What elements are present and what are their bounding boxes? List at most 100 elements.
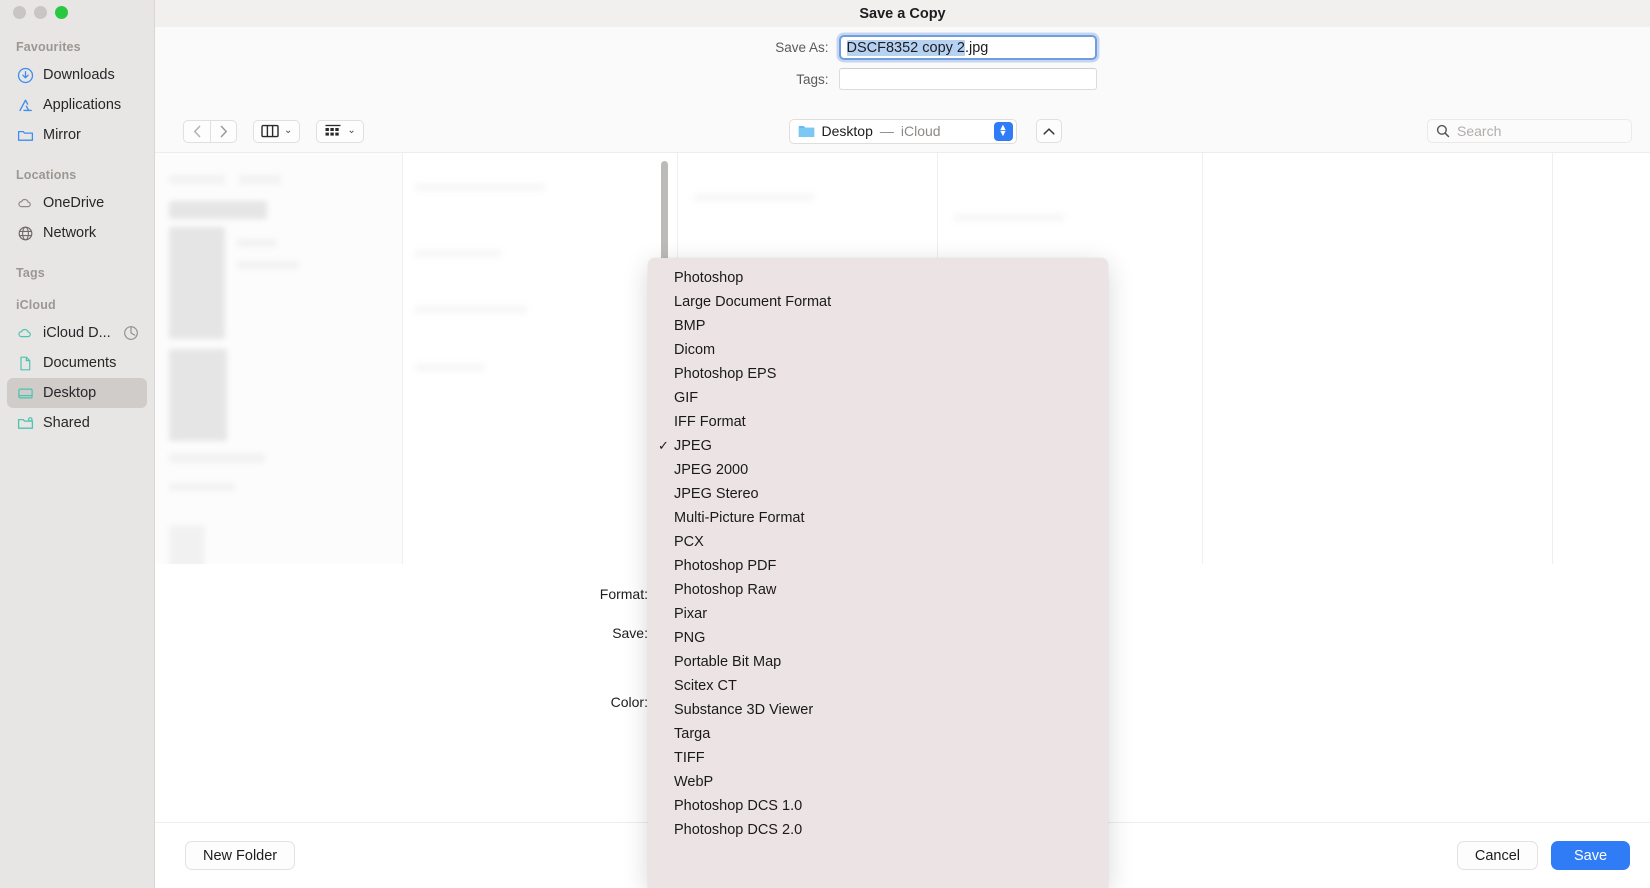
format-menu-item-label: Dicom bbox=[674, 342, 715, 358]
icloud-drive-icon bbox=[16, 324, 34, 342]
format-menu-item-label: JPEG 2000 bbox=[674, 462, 748, 478]
forward-button[interactable] bbox=[210, 120, 237, 143]
sidebar-item-downloads[interactable]: Downloads bbox=[7, 60, 147, 90]
format-menu-item-label: Photoshop bbox=[674, 270, 743, 286]
browser-column[interactable] bbox=[403, 153, 678, 564]
format-menu-item[interactable]: Photoshop bbox=[648, 266, 1108, 290]
format-menu-item[interactable]: Portable Bit Map bbox=[648, 650, 1108, 674]
color-label: Color: bbox=[155, 694, 648, 710]
format-menu-item-label: GIF bbox=[674, 390, 698, 406]
format-menu-item[interactable]: GIF bbox=[648, 386, 1108, 410]
format-menu-item-label: PCX bbox=[674, 534, 704, 550]
sidebar-item-desktop[interactable]: Desktop bbox=[7, 378, 147, 408]
tags-row: Tags: bbox=[155, 68, 1650, 90]
dialog-actions: Cancel Save bbox=[1457, 841, 1630, 870]
group-by-button[interactable]: ⌄ bbox=[316, 120, 363, 143]
format-menu-item[interactable]: JPEG 2000 bbox=[648, 458, 1108, 482]
format-menu-item[interactable]: PNG bbox=[648, 626, 1108, 650]
format-menu-item-label: IFF Format bbox=[674, 414, 746, 430]
format-menu-item[interactable]: ✓ JPEG bbox=[648, 434, 1108, 458]
sidebar-item-network[interactable]: Network bbox=[7, 218, 147, 248]
folder-icon bbox=[16, 126, 34, 144]
sidebar-item-icloud-drive[interactable]: iCloud D... bbox=[7, 318, 147, 348]
browser-column[interactable] bbox=[155, 153, 403, 564]
globe-icon bbox=[16, 224, 34, 242]
desktop-icon bbox=[16, 384, 34, 402]
zoom-window-button[interactable] bbox=[55, 6, 68, 19]
sidebar-item-label: Desktop bbox=[43, 385, 96, 401]
format-menu-item[interactable]: Photoshop EPS bbox=[648, 362, 1108, 386]
save-as-row: Save As: DSCF8352 copy 2.jpg bbox=[155, 35, 1650, 60]
sidebar-item-shared[interactable]: Shared bbox=[7, 408, 147, 438]
format-menu-item-label: Large Document Format bbox=[674, 294, 831, 310]
sidebar-item-label: Documents bbox=[43, 355, 116, 371]
format-menu-item[interactable]: PCX bbox=[648, 530, 1108, 554]
sidebar-item-label: OneDrive bbox=[43, 195, 104, 211]
chevron-down-icon: ⌄ bbox=[347, 126, 355, 136]
format-menu-item[interactable]: JPEG Stereo bbox=[648, 482, 1108, 506]
sidebar-item-label: Downloads bbox=[43, 67, 115, 83]
format-menu-item[interactable]: Multi-Picture Format bbox=[648, 506, 1108, 530]
format-menu-item[interactable]: Large Document Format bbox=[648, 290, 1108, 314]
format-menu-item[interactable]: Targa bbox=[648, 722, 1108, 746]
file-name-fields: Save As: DSCF8352 copy 2.jpg Tags: bbox=[155, 27, 1650, 110]
back-button[interactable] bbox=[183, 120, 210, 143]
format-menu-item[interactable]: WebP bbox=[648, 770, 1108, 794]
format-menu-item[interactable]: BMP bbox=[648, 314, 1108, 338]
format-menu-item-label: JPEG bbox=[674, 438, 712, 454]
format-menu-item[interactable]: Scitex CT bbox=[648, 674, 1108, 698]
stepper-arrows-icon[interactable]: ▲▼ bbox=[994, 122, 1013, 141]
cancel-button[interactable]: Cancel bbox=[1457, 841, 1538, 870]
minimize-window-button[interactable] bbox=[34, 6, 47, 19]
format-menu-item[interactable]: Photoshop Raw bbox=[648, 578, 1108, 602]
location-popup-button[interactable]: Desktop — iCloud ▲▼ bbox=[789, 119, 1017, 144]
format-menu-item-label: JPEG Stereo bbox=[674, 486, 759, 502]
format-menu-item[interactable]: Photoshop DCS 2.0 bbox=[648, 818, 1108, 842]
browser-column[interactable] bbox=[1203, 153, 1553, 564]
format-menu-item[interactable]: Dicom bbox=[648, 338, 1108, 362]
sidebar-item-documents[interactable]: Documents bbox=[7, 348, 147, 378]
format-menu-item-label: Targa bbox=[674, 726, 710, 742]
format-menu-item-label: TIFF bbox=[674, 750, 705, 766]
sidebar-item-label: iCloud D... bbox=[43, 325, 111, 341]
sidebar-item-label: Network bbox=[43, 225, 96, 241]
sidebar-item-label: Applications bbox=[43, 97, 121, 113]
chevron-up-icon bbox=[1043, 127, 1055, 136]
save-as-label: Save As: bbox=[709, 40, 829, 55]
save-button[interactable]: Save bbox=[1551, 841, 1630, 870]
sidebar-item-mirror[interactable]: Mirror bbox=[7, 120, 147, 150]
format-menu-item[interactable]: Substance 3D Viewer bbox=[648, 698, 1108, 722]
format-menu-item[interactable]: Photoshop PDF bbox=[648, 554, 1108, 578]
toggle-expanded-view-button[interactable] bbox=[1036, 119, 1062, 143]
sidebar-item-label: Shared bbox=[43, 415, 90, 431]
format-menu-item[interactable]: Photoshop DCS 1.0 bbox=[648, 794, 1108, 818]
format-dropdown-menu[interactable]: Photoshop Large Document Format BMP Dicom Ph… bbox=[648, 258, 1108, 888]
save-dialog-screen: Favourites Downloads Applications Mirror bbox=[0, 0, 1650, 888]
checkmark-icon: ✓ bbox=[658, 438, 669, 454]
location-service: iCloud bbox=[901, 123, 941, 139]
format-menu-item-label: Photoshop Raw bbox=[674, 582, 776, 598]
new-folder-button[interactable]: New Folder bbox=[185, 841, 295, 870]
document-icon bbox=[16, 354, 34, 372]
close-window-button[interactable] bbox=[13, 6, 26, 19]
view-mode-button[interactable]: ⌄ bbox=[253, 120, 300, 143]
sidebar-section-tags: Tags bbox=[0, 248, 154, 286]
sidebar-section-locations: Locations bbox=[0, 150, 154, 188]
format-menu-item-label: BMP bbox=[674, 318, 705, 334]
tags-input[interactable] bbox=[839, 68, 1097, 90]
search-field[interactable]: Search bbox=[1427, 119, 1632, 143]
chevron-left-icon bbox=[193, 125, 202, 138]
format-menu-item[interactable]: Pixar bbox=[648, 602, 1108, 626]
format-menu-item-label: Portable Bit Map bbox=[674, 654, 781, 670]
format-menu-item-label: WebP bbox=[674, 774, 713, 790]
location-name: Desktop bbox=[822, 123, 873, 139]
save-as-input[interactable]: DSCF8352 copy 2.jpg bbox=[839, 35, 1097, 60]
chevron-right-icon bbox=[219, 125, 228, 138]
format-menu-item[interactable]: TIFF bbox=[648, 746, 1108, 770]
format-menu-item[interactable]: IFF Format bbox=[648, 410, 1108, 434]
page-title: Save a Copy bbox=[859, 6, 945, 22]
sidebar-item-onedrive[interactable]: OneDrive bbox=[7, 188, 147, 218]
search-placeholder: Search bbox=[1457, 123, 1501, 139]
sidebar-item-applications[interactable]: Applications bbox=[7, 90, 147, 120]
sidebar-item-label: Mirror bbox=[43, 127, 81, 143]
